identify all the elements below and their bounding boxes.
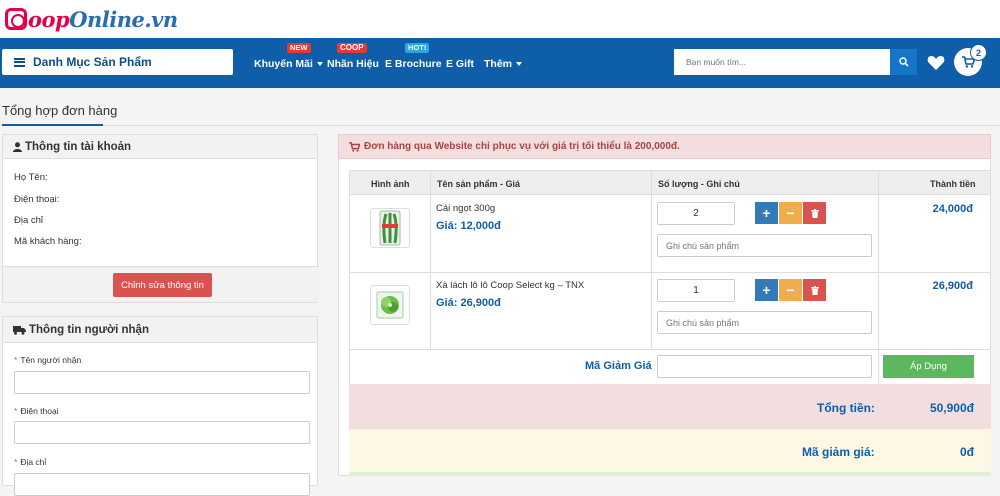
decrease-quantity-button[interactable]: − [779,202,802,224]
truck-icon [13,325,26,335]
header-image: Hình ảnh [371,179,410,189]
account-name-label: Họ Tên: [14,172,48,183]
minimum-order-text: Đơn hàng qua Website chỉ phục vụ với giá… [364,141,680,152]
chevron-down-icon [316,62,323,67]
coop-online-logo[interactable]: oopOnline.vn [5,6,178,32]
nav-item-them[interactable]: Thêm [484,58,523,70]
discount-value: 0đ [959,445,974,459]
column-divider [878,170,879,384]
apply-coupon-button[interactable]: Áp Dụng [883,355,974,378]
category-menu-label: Danh Mục Sản Phẩm [33,55,152,69]
row-divider [349,272,991,273]
total-label: Tổng tiền: [817,401,875,415]
minus-icon: − [786,282,795,298]
cart-icon [349,141,360,152]
coupon-input[interactable] [657,355,872,378]
edit-info-button[interactable]: Chỉnh sửa thông tin [113,273,212,297]
remove-item-button[interactable] [803,279,826,301]
recipient-info-panel: Thông tin người nhận * Tên người nhận * Đi… [2,316,318,496]
nav-item-e-gift[interactable]: E Gift [446,58,474,70]
user-icon [13,141,22,152]
product-thumbnail[interactable] [370,208,410,248]
minimum-order-notice: Đơn hàng qua Website chỉ phục vụ với giá… [338,134,991,159]
logo-text-online: Online.vn [69,6,178,32]
quantity-input[interactable] [657,202,735,225]
total-row: Tổng tiền: 50,900đ [349,384,991,429]
next-row-strip [349,472,991,476]
lettuce-image [376,291,404,319]
recipient-name-input[interactable] [14,371,310,394]
nav-item-nhan-hieu[interactable]: Nhãn Hiệu [327,58,379,70]
quantity-input[interactable] [657,279,735,302]
badge-coop: COOP [337,43,367,53]
nav-item-khuyen-mai[interactable]: Khuyến Mãi [254,58,323,70]
search-input[interactable] [674,49,890,75]
header-product: Tên sản phẩm - Giá [437,179,521,189]
line-total: 24,000đ [932,203,973,215]
account-info-header: Thông tin tài khoản [3,135,317,159]
product-thumbnail[interactable] [370,285,410,325]
chevron-down-icon [516,62,523,67]
account-customer-code-label: Mã khách hàng: [14,236,82,247]
product-name[interactable]: Xà lách lô lô Coop Select kg – TNX [436,280,584,291]
cart-table-header: Hình ảnh Tên sản phẩm - Giá Số lượng - G… [349,170,991,195]
account-info-panel: Thông tin tài khoản Họ Tên: Điện thoại: … [2,134,319,303]
row-divider [349,349,991,350]
category-menu-button[interactable]: Danh Mục Sản Phẩm [2,49,233,75]
product-note-input[interactable] [657,234,872,257]
product-note-input[interactable] [657,311,872,334]
bok-choy-image [379,210,401,246]
increase-quantity-button[interactable]: + [755,279,778,301]
badge-hot: HOT! [405,43,430,53]
recipient-info-header: Thông tin người nhận [3,317,317,343]
recipient-info-title: Thông tin người nhận [29,323,149,336]
recipient-address-label: * Địa chỉ [14,457,47,467]
recipient-phone-label: * Điện thoại [14,406,59,416]
title-underline [2,124,103,126]
top-bar: oopOnline.vn [0,0,1000,38]
main-navbar: Danh Mục Sản Phẩm NEW Khuyến Mãi COOP Nh… [0,38,1000,88]
increase-quantity-button[interactable]: + [755,202,778,224]
wishlist-button[interactable] [927,55,945,74]
product-price: Giá: 12,000đ [436,220,501,232]
account-phone-label: Điện thoại: [14,194,60,205]
header-line-total: Thành tiền [930,179,976,189]
line-total: 26,900đ [932,280,973,292]
discount-row: Mã giảm giá: 0đ [349,429,991,472]
logo-c-mark [5,8,27,30]
trash-icon [810,285,819,295]
badge-new: NEW [287,43,311,53]
total-value: 50,900đ [929,401,974,415]
cart-count-badge: 2 [970,44,987,61]
column-divider [651,170,652,349]
nav-item-e-brochure[interactable]: E Brochure [385,58,442,70]
search-icon [898,57,909,67]
column-divider [430,170,431,349]
recipient-address-input[interactable] [14,473,310,496]
heart-icon [927,56,945,70]
account-address-label: Địa chỉ [14,215,44,226]
minus-icon: − [786,205,795,221]
recipient-phone-input[interactable] [14,421,310,444]
logo-text-oop: oop [28,6,70,32]
product-price: Giá: 26,900đ [436,297,501,309]
trash-icon [810,208,819,218]
recipient-name-label: * Tên người nhận [14,355,82,365]
remove-item-button[interactable] [803,202,826,224]
decrease-quantity-button[interactable]: − [779,279,802,301]
hamburger-icon [14,57,25,67]
header-quantity: Số lượng - Ghi chú [658,179,740,189]
discount-label: Mã giảm giá: [802,445,875,459]
title-divider [0,125,1000,126]
table-border [990,195,991,384]
table-border [349,195,350,384]
search-button[interactable] [890,49,917,75]
plus-icon: + [762,205,771,221]
product-name[interactable]: Cải ngọt 300g [436,203,495,214]
plus-icon: + [762,282,771,298]
coupon-label: Mã Giảm Giá [585,360,652,372]
page-title: Tổng hợp đơn hàng [2,103,118,118]
account-info-title: Thông tin tài khoản [25,140,132,153]
